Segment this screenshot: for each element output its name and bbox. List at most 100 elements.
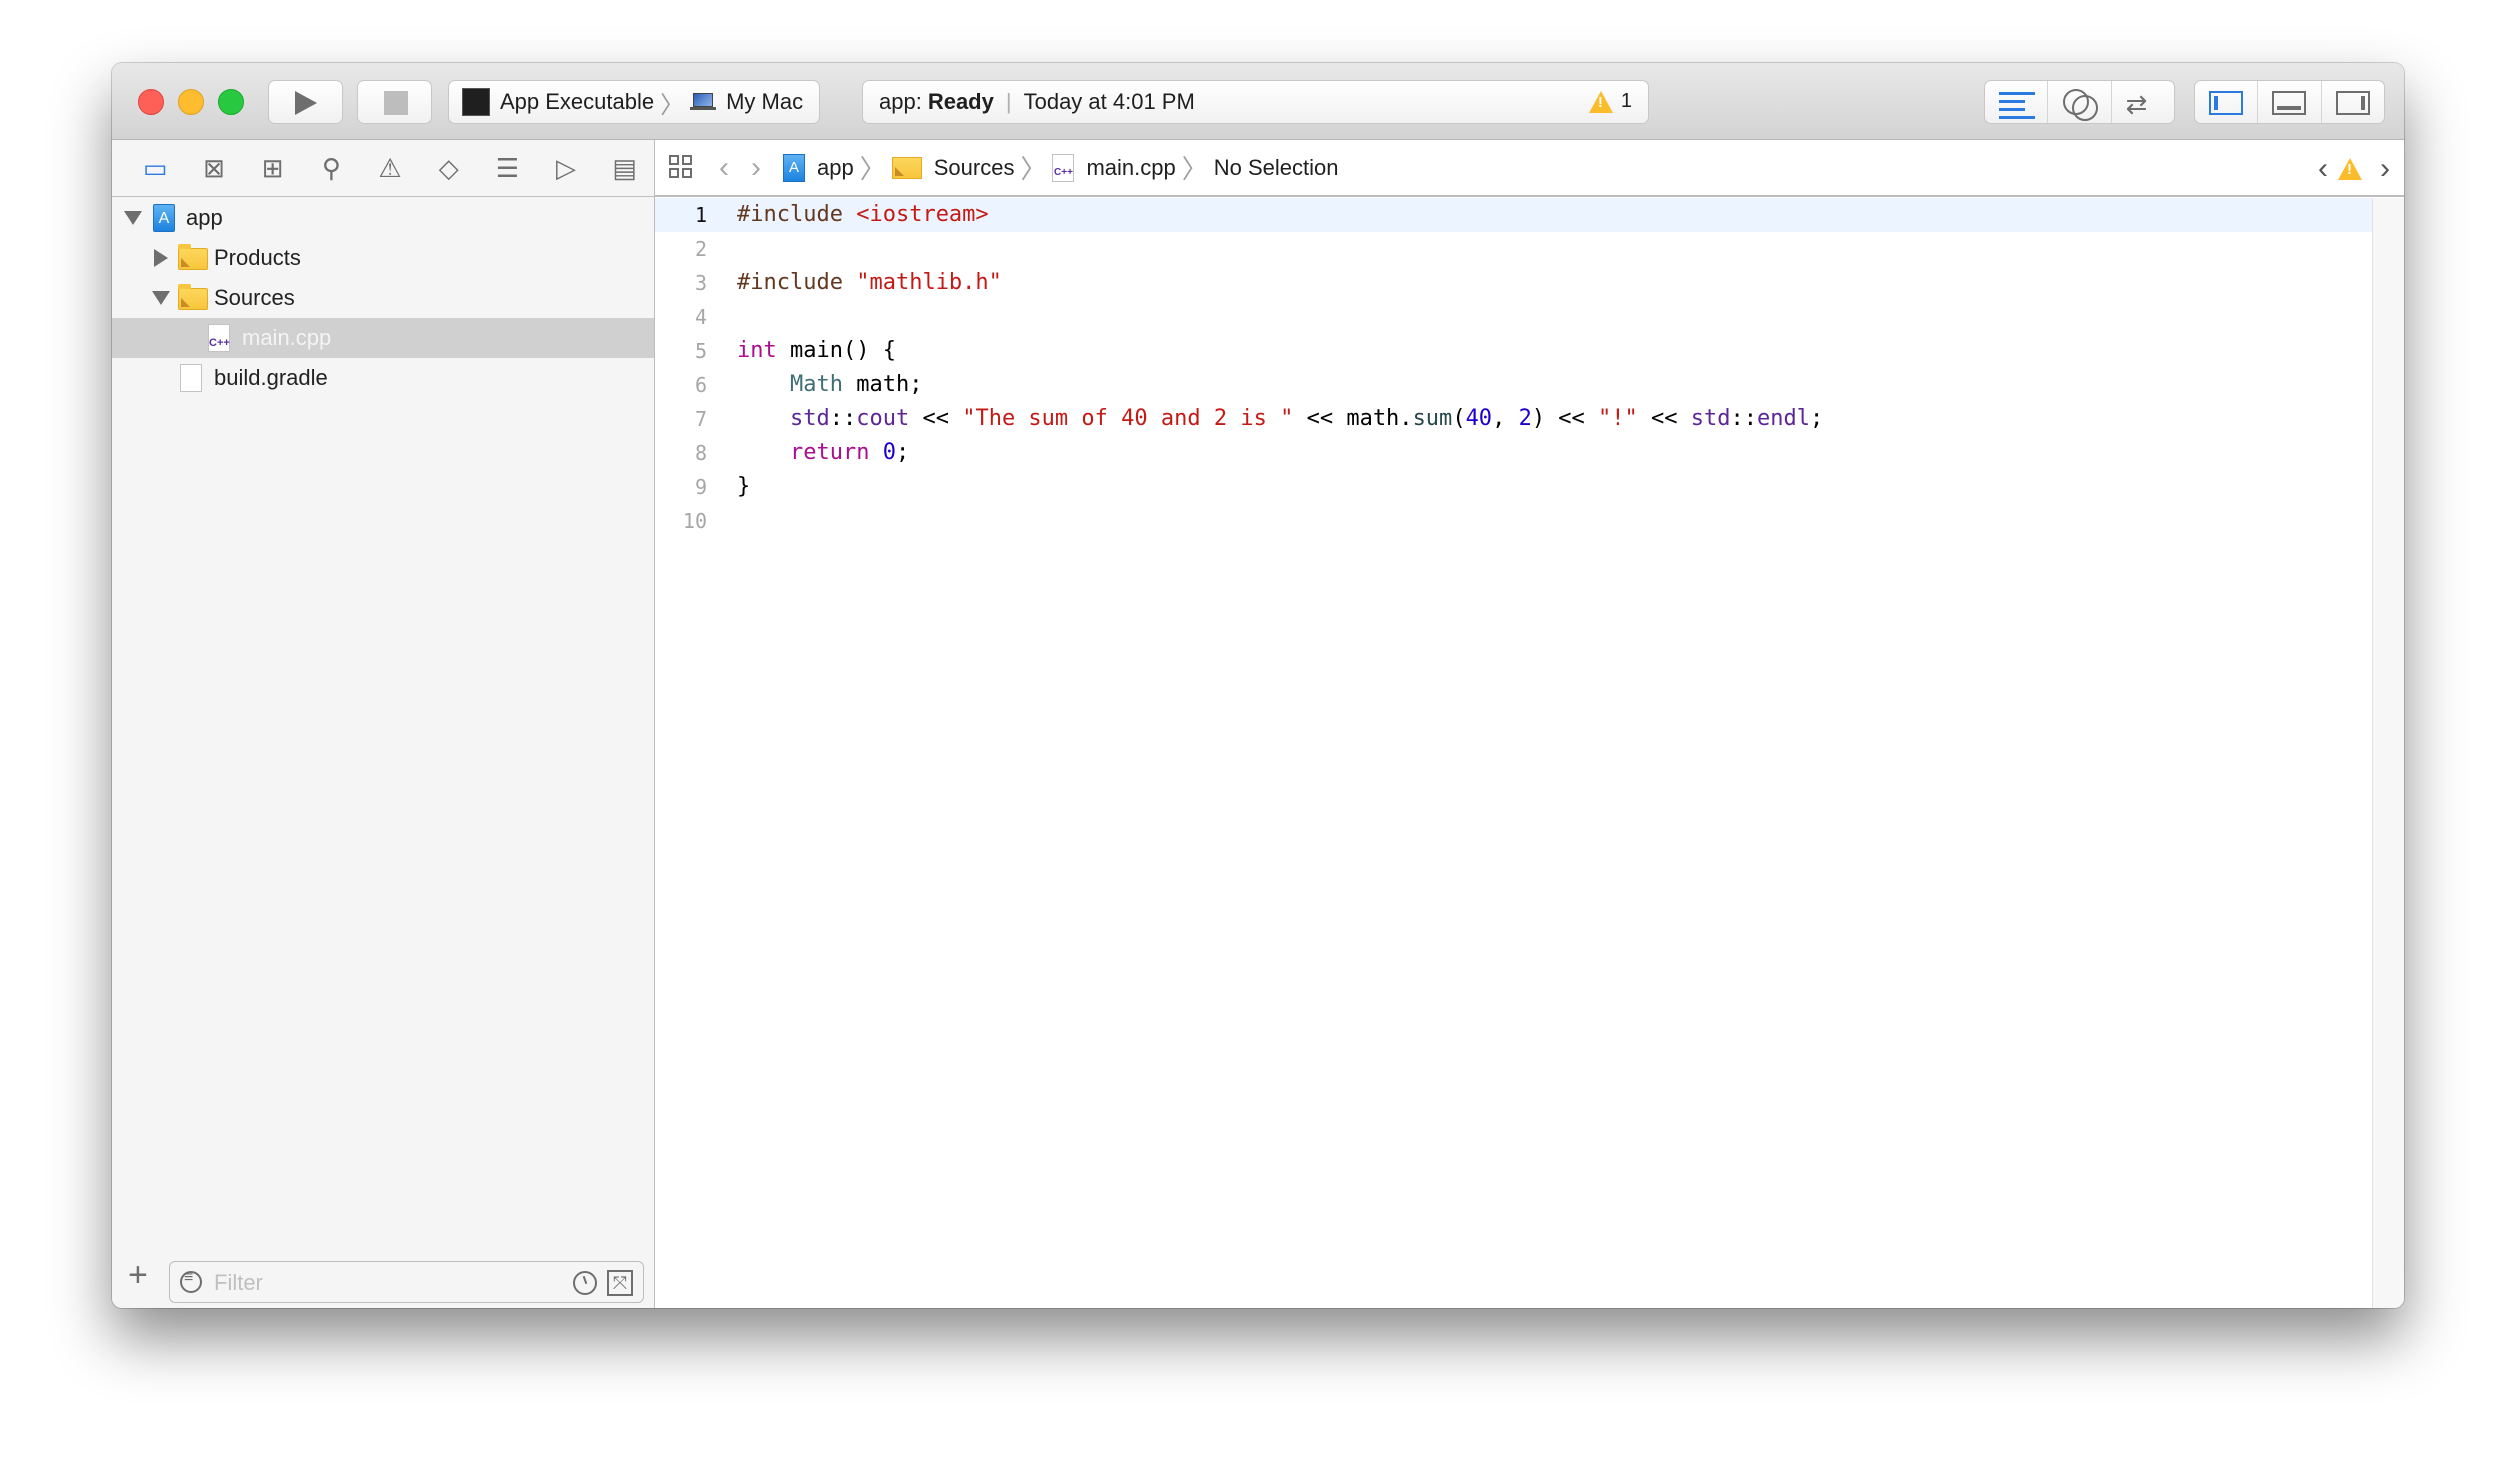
toggle-utilities-button[interactable] (2322, 81, 2384, 123)
folder-icon (178, 244, 208, 270)
breakpoint-tag-icon[interactable]: ▷ (537, 148, 596, 188)
tree-item-label: main.cpp (242, 325, 332, 350)
code-token: sum (1412, 406, 1453, 431)
code-token: int (737, 338, 777, 363)
breadcrumb-item-file[interactable]: main.cpp (1086, 155, 1175, 181)
hierarchy-icon[interactable]: ⊞ (243, 148, 302, 188)
list-icon[interactable]: ☰ (478, 148, 537, 188)
code-token: 2 (1518, 406, 1532, 431)
tree-item-products[interactable]: Products (112, 238, 654, 278)
code-line[interactable]: 5 int main() { (655, 334, 2373, 368)
source-control-filter-icon[interactable]: ⤧ (607, 1270, 633, 1296)
code-line[interactable]: 10 (655, 504, 2373, 538)
breadcrumb-item-app[interactable]: app (817, 155, 854, 181)
disclosure-down-icon[interactable] (124, 211, 142, 225)
tree-item-label: Products (214, 245, 301, 270)
disclosure-right-icon[interactable] (154, 249, 168, 267)
forward-chevron-icon[interactable]: › (751, 151, 761, 185)
diamond-minus-icon[interactable]: ◇ (419, 148, 478, 188)
breadcrumb: A app 〉 Sources 〉 C++ main.cpp 〉 No Sele… (783, 149, 1339, 186)
toolbar: App Executable 〉 My Mac app: Ready | Tod… (112, 63, 2404, 140)
warning-indicator[interactable]: 1 (1588, 90, 1632, 113)
minimize-button[interactable] (178, 89, 204, 115)
next-issue-icon[interactable]: › (2380, 152, 2390, 186)
code-token: cout (856, 406, 910, 431)
warning-triangle-icon[interactable]: ⚠ (361, 148, 420, 188)
code-token: , (1492, 406, 1519, 431)
line-number: 8 (694, 441, 707, 465)
code-token: endl (1757, 406, 1811, 431)
standard-editor-button[interactable] (1985, 81, 2049, 123)
stop-button[interactable] (357, 80, 432, 124)
code-token: ( (1452, 406, 1466, 431)
tree-item-sources[interactable]: Sources (112, 278, 654, 318)
code-line[interactable]: 8 return 0; (655, 436, 2373, 470)
line-source: } (737, 470, 750, 504)
tree-item-main-cpp[interactable]: C++ main.cpp (112, 318, 654, 358)
scheme-device[interactable]: My Mac (726, 89, 803, 115)
code-token: "!" (1598, 406, 1638, 431)
code-line[interactable]: 6 Math math; (655, 368, 2373, 402)
folder-icon[interactable]: ▭ (126, 148, 185, 188)
code-line[interactable]: 1 #include <iostream> (655, 198, 2373, 232)
recent-files-icon[interactable] (573, 1271, 597, 1295)
related-items-icon[interactable] (669, 154, 695, 181)
scheme-target[interactable]: App Executable (500, 89, 654, 115)
code-token: ; (895, 440, 910, 465)
stop-icon (384, 91, 408, 115)
version-editor-button[interactable]: ⇄ (2112, 81, 2174, 123)
tree-item-app[interactable]: A app (112, 198, 654, 238)
code-line[interactable]: 9} (655, 470, 2373, 504)
breadcrumb-item-selection[interactable]: No Selection (1214, 155, 1339, 181)
filter-field[interactable]: ⤧ (169, 1261, 644, 1303)
back-chevron-icon[interactable]: ‹ (719, 151, 729, 185)
xcode-window: App Executable 〉 My Mac app: Ready | Tod… (112, 63, 2404, 1308)
line-source: std::cout << "The sum of 40 and 2 is " <… (737, 402, 1823, 436)
left-panel-icon (2209, 91, 2243, 115)
warning-icon[interactable] (2338, 158, 2362, 180)
toggle-debug-area-button[interactable] (2258, 81, 2322, 123)
disclosure-down-icon[interactable] (152, 291, 170, 305)
breadcrumb-item-sources[interactable]: Sources (934, 155, 1015, 181)
issue-navigation: ‹ › (2318, 152, 2390, 186)
filter-input[interactable] (212, 1268, 546, 1298)
code-line[interactable]: 7 std::cout << "The sum of 40 and 2 is "… (655, 402, 2373, 436)
tree-item-build-gradle[interactable]: build.gradle (112, 358, 654, 398)
code-token: math; (842, 372, 923, 397)
align-lines-icon (1999, 92, 2035, 123)
code-token: std (789, 406, 830, 431)
zoom-button[interactable] (218, 89, 244, 115)
code-line[interactable]: 4 (655, 300, 2373, 334)
code-token: std (1690, 406, 1731, 431)
code-line[interactable]: 2 (655, 232, 2373, 266)
run-button[interactable] (268, 80, 343, 124)
code-token: ) << (1531, 406, 1599, 431)
add-icon[interactable]: + (128, 1256, 148, 1295)
scheme-selector[interactable]: App Executable 〉 My Mac (448, 80, 820, 124)
code-token: #include (737, 270, 857, 295)
assistant-editor-button[interactable] (2048, 81, 2112, 123)
toggle-navigator-button[interactable] (2195, 81, 2259, 123)
report-bubble-icon[interactable]: ▤ (595, 148, 654, 188)
close-button[interactable] (138, 89, 164, 115)
line-number: 1 (694, 203, 707, 227)
chevron-separator-icon: 〉 (1020, 154, 1047, 184)
chevron-separator-icon: 〉 (1181, 154, 1208, 184)
line-number: 4 (694, 305, 707, 329)
code-token: } (737, 474, 751, 499)
code-token: 0 (882, 440, 896, 465)
cpp-file-icon: C++ (208, 324, 230, 352)
code-line[interactable]: 3 #include "mathlib.h" (655, 266, 2373, 300)
code-token: <iostream> (856, 202, 989, 227)
source-control-icon[interactable]: ⊠ (185, 148, 244, 188)
code-area[interactable]: 1 #include <iostream> 2 3 #include "mathlib.… (655, 198, 2373, 538)
editor-scrollbar[interactable] (2372, 198, 2404, 1308)
swap-arrows-icon: ⇄ (2125, 89, 2148, 119)
laptop-icon (690, 93, 717, 111)
navigator-sidebar: ▭ ⊠ ⊞ ⚲ ⚠ ◇ ☰ ▷ ▤ A app Products Sources… (112, 140, 655, 1308)
previous-issue-icon[interactable]: ‹ (2318, 152, 2328, 186)
jump-bar: ‹ › A app 〉 Sources 〉 C++ main.cpp 〉 No … (655, 140, 2404, 197)
search-icon[interactable]: ⚲ (302, 148, 361, 188)
